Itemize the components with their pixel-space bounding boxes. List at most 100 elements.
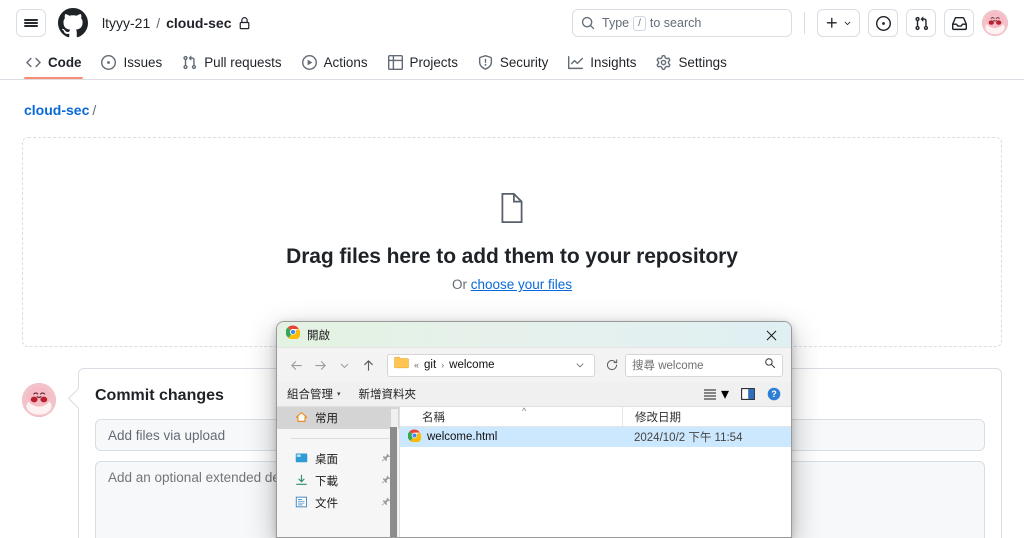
address-segment-welcome[interactable]: welcome [449, 359, 494, 371]
column-header-date-label: 修改日期 [635, 411, 681, 424]
tab-projects[interactable]: Projects [378, 46, 468, 78]
file-list-row[interactable]: welcome.html 2024/10/2 下午 11:54 [400, 427, 791, 447]
sidebar-item-desktop[interactable]: 桌面 [277, 448, 399, 470]
tab-insights[interactable]: Insights [558, 46, 646, 78]
file-list-header: 名稱 ^ 修改日期 [400, 406, 791, 427]
column-header-date[interactable]: 修改日期 [622, 407, 791, 426]
github-logo-icon[interactable] [58, 8, 88, 38]
inbox-icon [951, 16, 967, 30]
address-bar[interactable]: « git › welcome [387, 353, 595, 377]
file-list: 名稱 ^ 修改日期 welcome.html 2024/10/2 下午 11:5… [400, 406, 791, 537]
preview-pane-button[interactable] [741, 388, 755, 400]
address-dropdown-icon[interactable] [570, 359, 590, 371]
tab-security[interactable]: Security [468, 46, 558, 78]
back-button[interactable] [285, 354, 307, 376]
file-icon [499, 192, 525, 229]
preview-pane-icon [741, 388, 755, 400]
breadcrumb-slash: / [92, 102, 97, 118]
chrome-icon [407, 429, 422, 445]
sidebar-item-documents[interactable]: 文件 [277, 492, 399, 514]
up-button[interactable] [357, 354, 379, 376]
address-chevron: › [441, 360, 445, 370]
column-header-name[interactable]: 名稱 ^ [400, 406, 622, 426]
file-dropzone[interactable]: Drag files here to add them to your repo… [22, 137, 1002, 347]
address-segment-git[interactable]: git [424, 359, 436, 371]
choose-files-link[interactable]: choose your files [471, 277, 572, 292]
breadcrumb-repo-link[interactable]: cloud-sec [24, 102, 89, 118]
download-icon [295, 474, 308, 489]
view-options-button[interactable]: ▾ [703, 384, 729, 404]
tab-settings[interactable]: Settings [646, 46, 736, 78]
recent-locations-button[interactable] [333, 354, 355, 376]
arrow-left-icon [290, 360, 302, 370]
lock-icon [238, 16, 251, 30]
refresh-icon[interactable] [601, 354, 623, 376]
documents-icon [295, 496, 308, 511]
chevron-down-icon: ▾ [337, 391, 341, 398]
dialog-title: 開啟 [307, 329, 330, 342]
tab-insights-label: Insights [590, 54, 637, 70]
breadcrumb-owner[interactable]: ltyyy-21 [102, 15, 150, 31]
chevron-down-icon [340, 363, 348, 368]
dialog-titlebar[interactable]: 開啟 [277, 322, 791, 348]
address-overflow[interactable]: « [414, 360, 419, 370]
folder-icon [394, 356, 409, 374]
breadcrumb-separator: / [156, 15, 161, 31]
code-icon [26, 57, 41, 67]
search-icon [581, 16, 595, 30]
forward-button[interactable] [309, 354, 331, 376]
new-folder-label: 新增資料夾 [358, 389, 417, 401]
header-divider [804, 12, 805, 34]
git-pull-request-icon [183, 55, 197, 69]
search-placeholder-suffix: to search [649, 16, 702, 30]
tab-actions[interactable]: Actions [292, 46, 378, 78]
search-placeholder-prefix: Type [602, 16, 630, 30]
issue-opened-icon [875, 15, 891, 31]
commit-author-avatar [22, 383, 56, 417]
user-avatar[interactable] [982, 10, 1008, 36]
tab-pull-requests-label: Pull requests [204, 54, 282, 70]
notifications-button[interactable] [944, 9, 974, 37]
organize-button[interactable]: 組合管理 ▾ [287, 386, 341, 402]
dialog-body: 常用 桌面 下載 文件 名稱 ^ 修改日期 welcome.html 2024/… [277, 406, 791, 537]
home-icon [295, 411, 308, 426]
dialog-navbar: « git › welcome 搜尋 welcome [277, 348, 791, 382]
create-new-button[interactable] [817, 9, 860, 37]
view-list-icon [703, 389, 716, 400]
dropzone-title: Drag files here to add them to your repo… [286, 245, 738, 268]
shield-icon [478, 54, 492, 70]
sidebar-item-label: 桌面 [315, 454, 338, 466]
dialog-search-input[interactable]: 搜尋 welcome [625, 353, 783, 377]
issues-button[interactable] [868, 9, 898, 37]
tab-code[interactable]: Code [16, 46, 91, 79]
sidebar-item-quick-access[interactable]: 常用 [277, 407, 399, 429]
tab-security-label: Security [499, 54, 549, 70]
sidebar-divider [291, 438, 389, 439]
search-input[interactable]: Type / to search [572, 9, 792, 37]
sidebar-scrollbar-thumb[interactable] [390, 427, 397, 537]
gear-icon [656, 54, 671, 70]
tab-actions-label: Actions [323, 54, 368, 70]
file-open-dialog: 開啟 « git › welcome 搜尋 welcome 組合管理 ▾ 新增資… [276, 321, 792, 538]
sidebar-scrollbar[interactable] [390, 409, 398, 537]
help-button[interactable]: ? [767, 387, 781, 401]
hamburger-icon[interactable] [16, 9, 46, 37]
sidebar-item-label: 下載 [315, 476, 338, 488]
pull-requests-button[interactable] [906, 9, 936, 37]
dialog-search-placeholder: 搜尋 welcome [632, 360, 704, 372]
tab-code-label: Code [48, 54, 82, 70]
new-folder-button[interactable]: 新增資料夾 [359, 386, 417, 402]
sidebar-item-downloads[interactable]: 下載 [277, 470, 399, 492]
git-pull-request-icon [914, 16, 928, 30]
tab-issues[interactable]: Issues [91, 46, 172, 78]
breadcrumb: cloud-sec / [0, 80, 1024, 118]
search-slash-key: / [633, 15, 646, 31]
search-icon [764, 356, 776, 374]
tab-pull-requests[interactable]: Pull requests [172, 46, 291, 78]
svg-text:?: ? [771, 389, 776, 399]
breadcrumb-repo[interactable]: cloud-sec [166, 15, 231, 31]
close-icon[interactable] [751, 322, 791, 348]
chevron-down-icon [844, 21, 851, 25]
issue-opened-icon [101, 54, 117, 70]
tab-issues-label: Issues [123, 54, 163, 70]
